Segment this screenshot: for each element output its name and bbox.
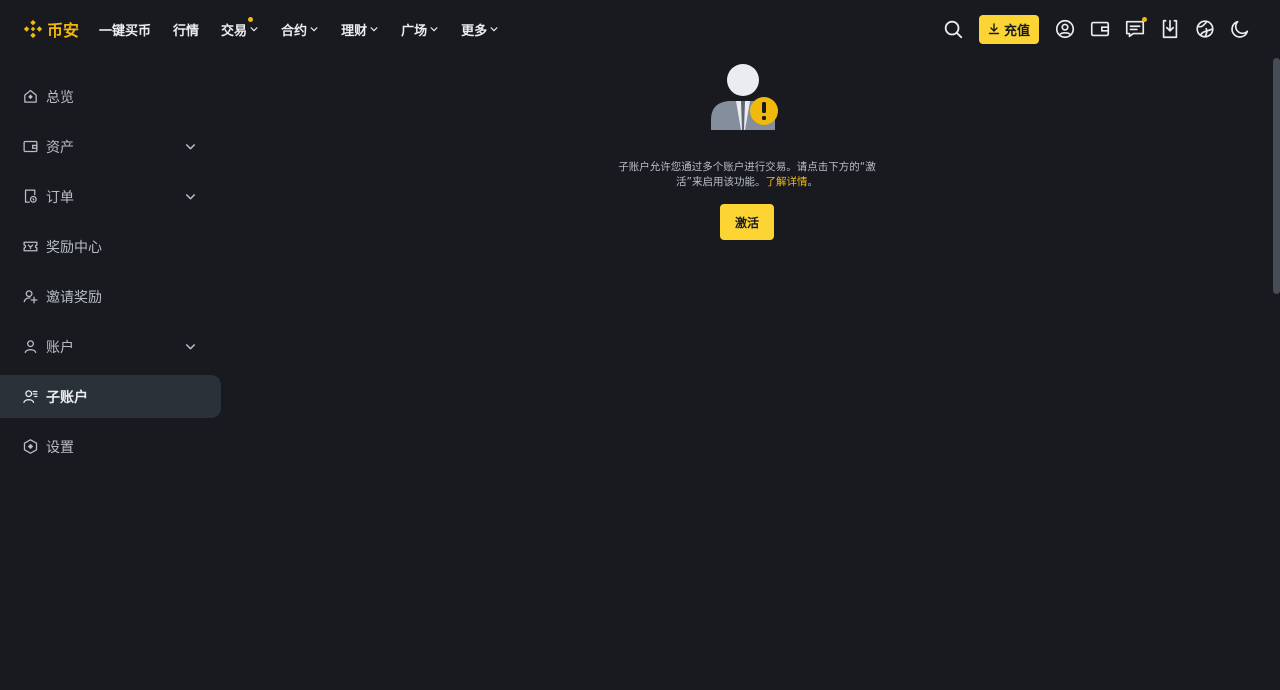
chevron-down-icon (489, 24, 499, 34)
app-download-icon (1162, 19, 1178, 39)
ticket-icon (22, 238, 39, 255)
sidebar-item-label: 奖励中心 (46, 239, 102, 256)
chevron-down-icon[interactable] (184, 340, 197, 353)
user-icon (22, 338, 39, 355)
sidebar-item-label: 账户 (46, 339, 74, 356)
nav-item-label: 广场 (401, 23, 428, 39)
sidebar-item-4[interactable]: 邀请奖励 (0, 275, 221, 318)
nav-item-label: 理财 (341, 23, 368, 39)
nav-item-4[interactable]: 理财 (341, 20, 379, 39)
settings-icon (22, 438, 39, 455)
sidebar-item-label: 设置 (46, 439, 74, 456)
search-icon (944, 20, 963, 39)
empty-state-text: 子账户允许您通过多个账户进行交易。请点击下方的“激活”来启用该功能。 (618, 161, 876, 188)
search-button[interactable] (941, 17, 965, 41)
chevron-down-icon (309, 24, 319, 34)
sidebar-item-7[interactable]: 设置 (0, 425, 221, 468)
nav-item-5[interactable]: 广场 (401, 20, 439, 39)
nav-item-1[interactable]: 行情 (173, 20, 199, 39)
download-icon (988, 23, 1000, 35)
sidebar-item-label: 资产 (46, 139, 74, 156)
top-navigation-bar: 币安 一键买币 行情 交易 合约 理财 广场 更多 充值 (0, 0, 1280, 58)
nav-item-label: 一键买币 (99, 23, 152, 39)
page-scrollbar[interactable] (1273, 58, 1280, 294)
sidebar-item-3[interactable]: 奖励中心 (0, 225, 221, 268)
sidebar-item-label: 订单 (46, 189, 74, 206)
chevron-down-icon[interactable] (184, 190, 197, 203)
user-circle-icon (1055, 19, 1075, 39)
sub-account-warning-illustration (711, 64, 778, 130)
deposit-label: 充值 (1003, 23, 1030, 39)
sidebar: 总览资产订单奖励中心邀请奖励账户子账户设置 (0, 75, 221, 475)
chevron-down-icon (369, 24, 379, 34)
sidebar-item-6[interactable]: 子账户 (0, 375, 221, 418)
nav-item-2[interactable]: 交易 (221, 16, 259, 39)
empty-state-suffix: 。 (807, 176, 818, 188)
wallet-icon (1090, 21, 1110, 37)
sidebar-item-0[interactable]: 总览 (0, 75, 221, 118)
chevron-down-icon (249, 24, 259, 34)
sub-account-icon (22, 388, 39, 405)
learn-more-link[interactable]: 了解详情 (765, 176, 807, 188)
globe-icon (1196, 20, 1214, 38)
order-icon (22, 188, 39, 205)
activate-button[interactable]: 激活 (720, 204, 774, 240)
main-content: 子账户允许您通过多个账户进行交易。请点击下方的“激活”来启用该功能。了解详情。 … (221, 58, 1273, 690)
binance-logo-icon (23, 19, 43, 39)
nav-item-6[interactable]: 更多 (461, 20, 499, 39)
deposit-button[interactable]: 充值 (978, 14, 1039, 44)
sidebar-item-label: 子账户 (46, 389, 88, 406)
empty-state-message: 子账户允许您通过多个账户进行交易。请点击下方的“激活”来启用该功能。了解详情。 (613, 160, 881, 190)
home-icon (22, 88, 39, 105)
sidebar-item-label: 邀请奖励 (46, 289, 102, 306)
main-nav: 一键买币 行情 交易 合约 理财 广场 更多 (99, 0, 521, 58)
nav-item-3[interactable]: 合约 (281, 20, 319, 39)
sidebar-item-5[interactable]: 账户 (0, 325, 221, 368)
nav-item-label: 行情 (173, 23, 200, 39)
new-feature-dot (248, 16, 254, 22)
nav-item-label: 交易 (221, 23, 248, 39)
wallet-button[interactable] (1088, 17, 1112, 41)
header-tools: 充值 (930, 14, 1252, 44)
brand-name: 币安 (47, 21, 80, 40)
profile-button[interactable] (1053, 17, 1077, 41)
messages-button[interactable] (1123, 17, 1147, 41)
wallet-icon (22, 138, 39, 155)
nav-item-label: 更多 (461, 23, 488, 39)
chevron-down-icon (429, 24, 439, 34)
chevron-down-icon[interactable] (184, 140, 197, 153)
nav-item-0[interactable]: 一键买币 (99, 20, 151, 39)
sidebar-item-label: 总览 (46, 89, 74, 106)
language-button[interactable] (1193, 17, 1217, 41)
user-plus-icon (22, 288, 39, 305)
brand-logo[interactable]: 币安 (22, 16, 79, 42)
moon-icon (1231, 20, 1249, 38)
empty-state: 子账户允许您通过多个账户进行交易。请点击下方的“激活”来启用该功能。了解详情。 … (607, 64, 887, 240)
notification-dot (1142, 17, 1147, 22)
nav-item-label: 合约 (281, 23, 308, 39)
sidebar-item-1[interactable]: 资产 (0, 125, 221, 168)
theme-toggle-button[interactable] (1228, 17, 1252, 41)
sidebar-item-2[interactable]: 订单 (0, 175, 221, 218)
app-download-button[interactable] (1158, 17, 1182, 41)
